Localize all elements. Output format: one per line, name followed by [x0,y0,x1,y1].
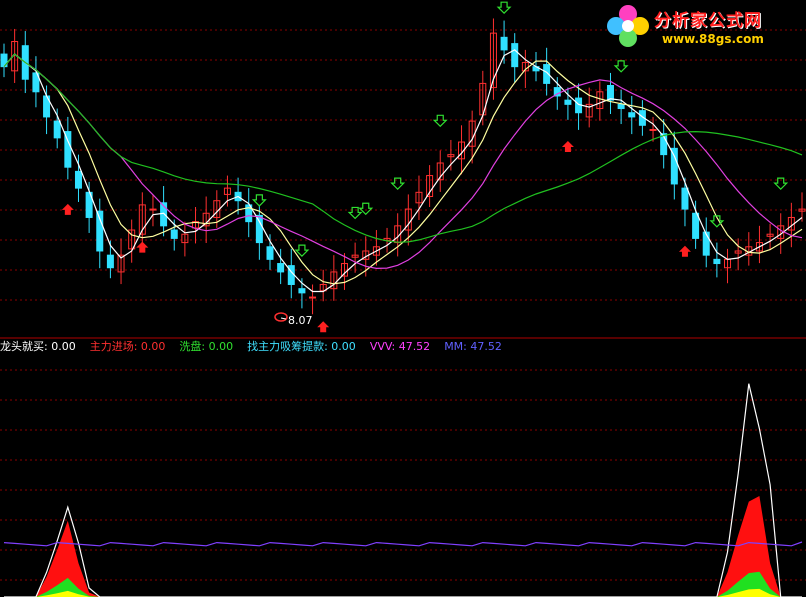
candle-body [309,296,317,299]
legend-item-3: 找主力吸筹提款: 0.00 [247,339,356,353]
candle-body [511,43,519,68]
candle-body [106,254,114,269]
flower-logo-icon [607,5,649,47]
red-up-arrow [561,141,574,153]
main-force-area [4,496,802,597]
candle-body [713,258,721,265]
candle-body [617,103,625,110]
candle-body [670,147,678,185]
red-up-arrow [61,203,74,215]
candle-body [170,229,178,239]
indicator-gridlines [0,369,806,581]
vvv-line [3,541,803,547]
legend-item-1: 主力进场: 0.00 [90,339,166,353]
indicator-areas [3,383,803,597]
green-down-arrow [496,1,512,15]
candle-body [628,112,636,118]
washout-area [4,571,802,597]
low-marker-stem [280,317,287,320]
kline-chart: 8.07 龙头就买: 0.00 主力进场: 0.00 洗盘: 0.00 找主力吸筹提款… [0,1,806,597]
legend-item-5: MM: 47.52 [444,340,502,353]
green-down-arrow [251,194,267,207]
candle-body [692,212,700,239]
candle-body [53,120,61,139]
green-down-arrow [347,206,363,220]
candle-body [298,288,306,294]
candle-body [74,170,82,189]
green-down-arrow [613,60,629,73]
candle-body [649,128,657,131]
red-up-arrow [136,241,149,253]
legend-item-2: 洗盘: 0.00 [179,339,233,353]
candle-body [277,263,285,273]
red-up-arrow [678,245,691,257]
green-down-arrow [294,244,310,258]
legend-item-0: 龙头就买: 0.00 [0,339,76,353]
leader-buy-line [4,383,802,597]
logo-brand-text: 分析家公式网 [654,11,762,31]
candle-body [702,231,710,256]
indicator-legend: 龙头就买: 0.00 主力进场: 0.00 洗盘: 0.00 找主力吸筹提款: 0.0… [0,339,502,353]
logo-url-text: www.88gs.com [662,32,764,46]
low-price-label: 8.07 [288,314,313,327]
candle-body [606,85,614,101]
low-marker-circle [274,312,288,322]
site-logo: 分析家公式网 www.88gs.com [604,2,804,52]
candle-body [500,36,508,51]
ma12-line [3,53,803,270]
green-down-arrow [432,114,448,128]
candle-body [681,187,689,210]
candle-body [564,99,572,105]
red-up-arrow [317,321,330,333]
candle-body [266,246,274,260]
yellow-base-area [4,588,802,597]
price-low-marker: 8.07 [274,312,313,327]
candle-body [255,214,263,244]
candle-body [149,208,157,211]
legend-item-4: VVV: 47.52 [370,340,430,353]
